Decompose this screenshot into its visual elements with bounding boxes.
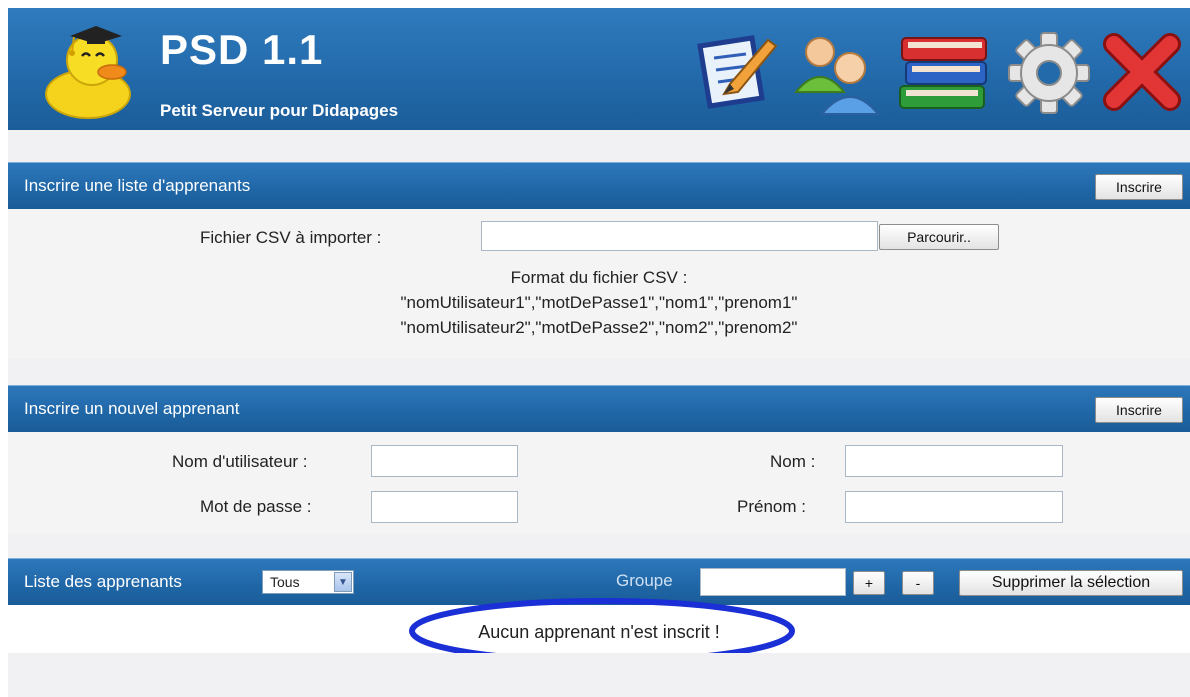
csv-format-title: Format du fichier CSV : bbox=[510, 268, 688, 287]
books-icon[interactable] bbox=[890, 30, 994, 116]
import-section-bar: Inscrire une liste d'apprenants Inscrire bbox=[8, 162, 1190, 209]
gear-icon[interactable] bbox=[1006, 30, 1092, 116]
import-section-title: Inscrire une liste d'apprenants bbox=[24, 176, 251, 195]
firstname-field[interactable] bbox=[845, 491, 1063, 523]
password-label: Mot de passe : bbox=[200, 497, 312, 516]
csv-format-line-2: "nomUtilisateur2","motDePasse2","nom2","… bbox=[400, 318, 798, 337]
spacer-strip bbox=[8, 534, 1190, 558]
browse-button[interactable]: Parcourir.. bbox=[879, 224, 999, 250]
group-label: Groupe bbox=[616, 571, 673, 590]
list-section-title: Liste des apprenants bbox=[24, 572, 182, 591]
app-title: PSD 1.1 bbox=[160, 26, 324, 73]
csv-format-line-1: "nomUtilisateur1","motDePasse1","nom1","… bbox=[400, 293, 798, 312]
footer-strip bbox=[8, 653, 1190, 697]
delete-selection-button[interactable]: Supprimer la sélection bbox=[959, 570, 1183, 596]
close-icon[interactable] bbox=[1102, 32, 1182, 112]
file-input[interactable] bbox=[481, 221, 878, 251]
new-learner-section-title: Inscrire un nouvel apprenant bbox=[24, 399, 240, 418]
lastname-field[interactable] bbox=[845, 445, 1063, 477]
import-submit-button[interactable]: Inscrire bbox=[1095, 174, 1183, 200]
filter-select-value: Tous bbox=[270, 574, 300, 590]
file-label: Fichier CSV à importer : bbox=[200, 228, 382, 247]
new-learner-section-bar: Inscrire un nouvel apprenant Inscrire bbox=[8, 385, 1190, 432]
password-field[interactable] bbox=[371, 491, 518, 523]
firstname-label: Prénom : bbox=[737, 497, 806, 516]
new-learner-submit-button[interactable]: Inscrire bbox=[1095, 397, 1183, 423]
edit-icon[interactable] bbox=[690, 28, 780, 114]
spacer-strip bbox=[8, 359, 1190, 385]
app-subtitle: Petit Serveur pour Didapages bbox=[160, 101, 399, 120]
app-header: PSD 1.1 Petit Serveur pour Didapages bbox=[8, 8, 1190, 130]
filter-select[interactable]: Tous ▼ bbox=[262, 570, 354, 594]
username-label: Nom d'utilisateur : bbox=[172, 452, 308, 471]
remove-group-button[interactable]: - bbox=[902, 571, 934, 595]
users-icon[interactable] bbox=[788, 30, 884, 116]
group-field[interactable] bbox=[700, 568, 846, 596]
lastname-label: Nom : bbox=[770, 452, 816, 471]
add-group-button[interactable]: + bbox=[853, 571, 885, 595]
spacer-strip bbox=[8, 130, 1190, 162]
chevron-down-icon: ▼ bbox=[334, 572, 352, 592]
duck-graduate-icon bbox=[45, 26, 131, 119]
username-field[interactable] bbox=[371, 445, 518, 477]
